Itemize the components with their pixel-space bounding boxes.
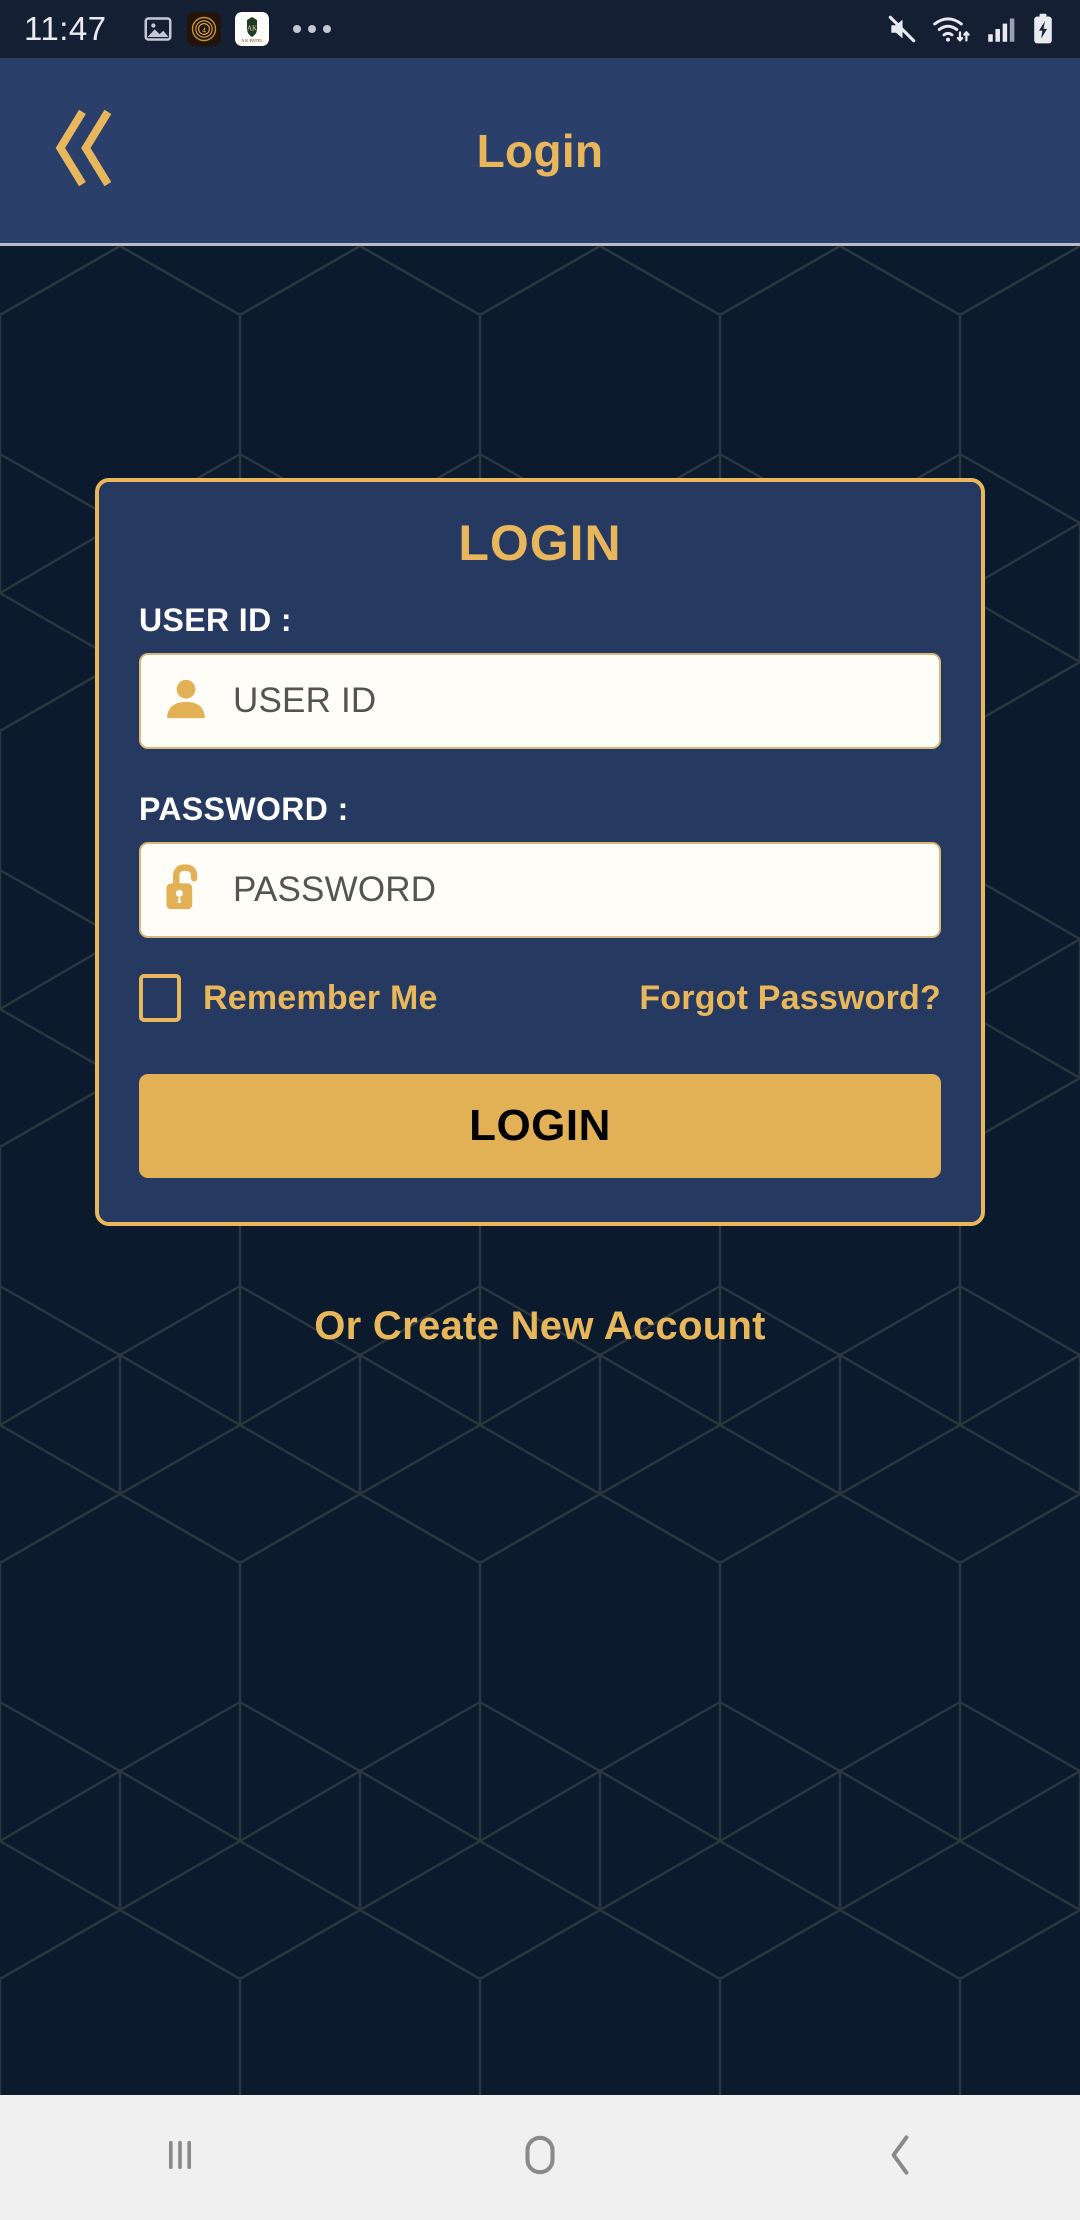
checkbox-box-icon <box>139 974 181 1022</box>
cellular-signal-icon <box>986 14 1016 44</box>
unlocked-padlock-icon <box>161 861 211 920</box>
password-placeholder: PASSWORD <box>233 870 437 909</box>
password-label: PASSWORD : <box>139 791 349 827</box>
wifi-icon <box>932 13 972 45</box>
status-bar-clock: 11:47 <box>24 10 107 47</box>
user-person-icon <box>161 674 211 729</box>
a-k-patel-app-icon: AK A K PATEL <box>234 12 269 46</box>
android-nav-bar <box>0 2095 1080 2220</box>
content-area: LOGIN USER ID : USER ID PASSWORD : PASSW… <box>0 246 1080 2095</box>
status-bar-left: 11:47 4 AK A K PATEL <box>24 10 886 48</box>
user-id-placeholder: USER ID <box>233 681 377 720</box>
field-spacer <box>139 749 941 791</box>
mute-icon <box>886 13 918 45</box>
gallery-image-icon <box>143 14 173 44</box>
user-id-input[interactable]: USER ID <box>139 653 941 749</box>
svg-text:AK: AK <box>247 25 257 33</box>
status-bar: 11:47 4 AK A K PATEL <box>0 0 1080 58</box>
recents-icon <box>157 2132 203 2183</box>
nav-recents-button[interactable] <box>100 2108 260 2208</box>
create-new-account-link[interactable]: Or Create New Account <box>314 1304 766 1349</box>
remember-me-checkbox[interactable]: Remember Me <box>139 974 438 1022</box>
user-id-label: USER ID : <box>139 602 292 638</box>
password-input[interactable]: PASSWORD <box>139 842 941 938</box>
gold-wreath-badge-icon: 4 <box>186 12 221 46</box>
forgot-password-link[interactable]: Forgot Password? <box>639 979 941 1018</box>
svg-text:A K PATEL: A K PATEL <box>241 38 263 43</box>
battery-charging-icon <box>1030 13 1056 45</box>
back-button[interactable] <box>36 103 132 199</box>
back-chevron-icon <box>880 2131 920 2184</box>
home-icon <box>517 2130 563 2185</box>
double-chevron-left-icon <box>47 108 121 193</box>
nav-back-button[interactable] <box>820 2108 980 2208</box>
status-bar-right <box>886 13 1056 45</box>
login-card-title: LOGIN <box>458 515 622 571</box>
svg-text:4: 4 <box>202 26 206 35</box>
login-button[interactable]: LOGIN <box>139 1074 941 1178</box>
app-header: Login <box>0 58 1080 246</box>
page-title: Login <box>476 124 604 177</box>
more-notifications-icon <box>292 25 331 33</box>
remember-me-label: Remember Me <box>203 978 438 1017</box>
login-card: LOGIN USER ID : USER ID PASSWORD : PASSW… <box>95 478 985 1226</box>
nav-home-button[interactable] <box>460 2108 620 2208</box>
login-options-row: Remember Me Forgot Password? <box>139 974 941 1022</box>
login-screen: 11:47 4 AK A K PATEL Login LOGIN USER ID… <box>0 0 1080 2220</box>
